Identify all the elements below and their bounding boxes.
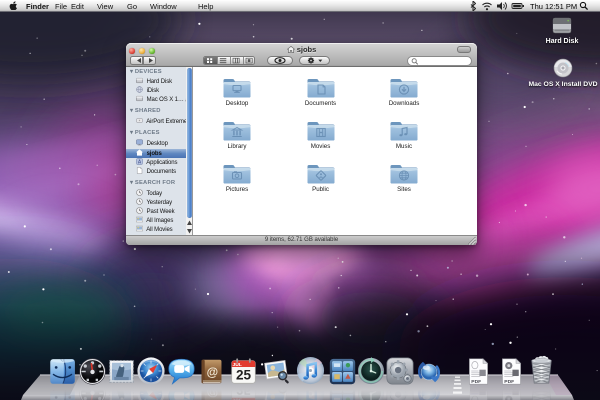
svg-text:PDF: PDF [471,379,481,385]
svg-text:PDF: PDF [504,379,514,385]
svg-text:@: @ [206,366,217,379]
svg-text:25: 25 [235,368,251,383]
